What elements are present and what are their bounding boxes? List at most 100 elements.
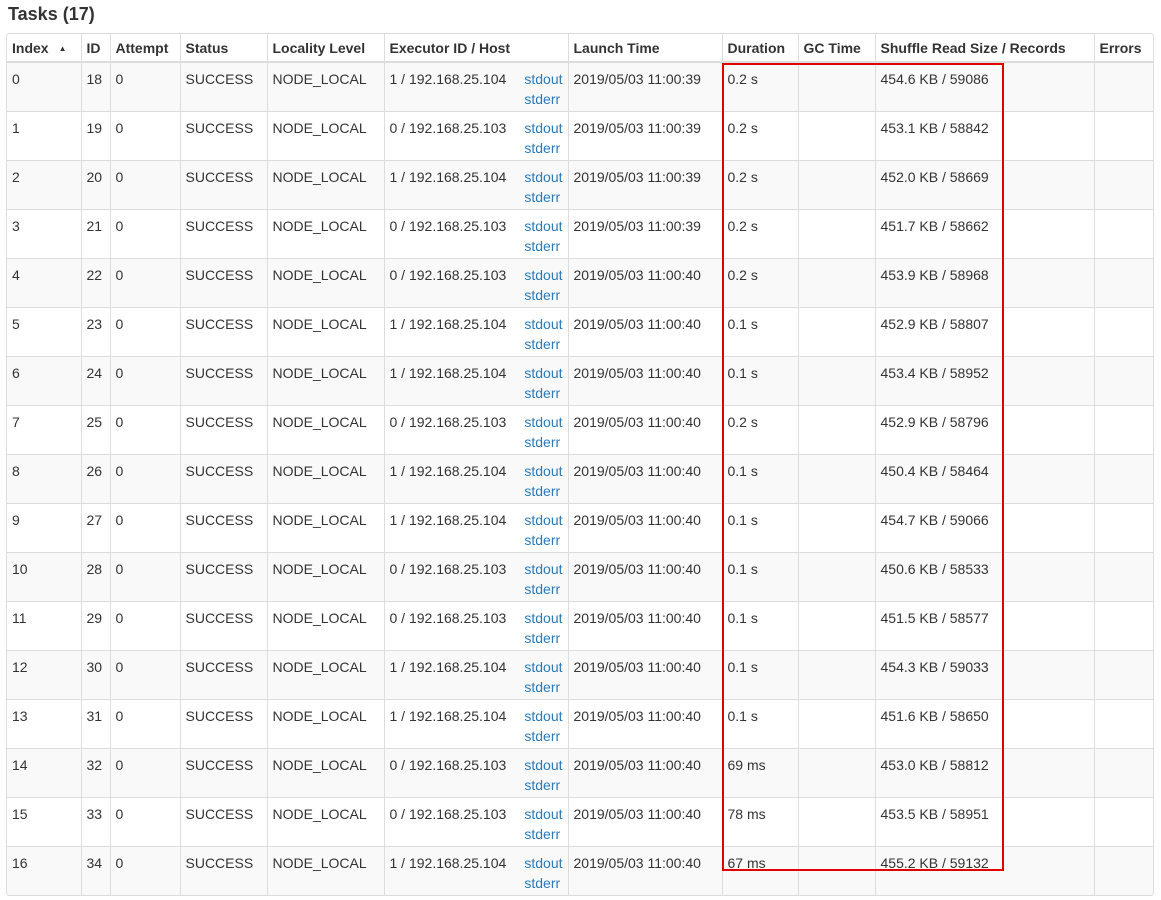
cell-executor: 1 / 192.168.25.104 stdout stderr xyxy=(383,698,568,748)
stdout-link[interactable]: stdout xyxy=(524,265,562,285)
stdout-link[interactable]: stdout xyxy=(524,118,562,138)
cell-launch-time: 2019/05/03 11:00:39 xyxy=(567,208,722,258)
cell-duration: 0.2 s xyxy=(721,257,798,307)
cell-status: SUCCESS xyxy=(179,306,267,356)
column-header-id[interactable]: ID xyxy=(80,34,110,63)
cell-executor: 1 / 192.168.25.104 stdout stderr xyxy=(383,62,568,111)
stderr-link[interactable]: stderr xyxy=(524,873,562,893)
cell-launch-time: 2019/05/03 11:00:40 xyxy=(567,600,722,650)
stderr-link[interactable]: stderr xyxy=(524,579,562,599)
stdout-link[interactable]: stdout xyxy=(524,755,562,775)
stdout-link[interactable]: stdout xyxy=(524,412,562,432)
cell-locality: NODE_LOCAL xyxy=(266,600,384,650)
stderr-link[interactable]: stderr xyxy=(524,285,562,305)
cell-status: SUCCESS xyxy=(179,747,267,797)
cell-launch-time: 2019/05/03 11:00:40 xyxy=(567,257,722,307)
log-links: stdout stderr xyxy=(524,412,562,452)
stdout-link[interactable]: stdout xyxy=(524,216,562,236)
stdout-link[interactable]: stdout xyxy=(524,657,562,677)
stdout-link[interactable]: stdout xyxy=(524,167,562,187)
column-header-errors[interactable]: Errors xyxy=(1093,34,1153,63)
stderr-link[interactable]: stderr xyxy=(524,432,562,452)
cell-errors xyxy=(1093,796,1153,846)
stderr-link[interactable]: stderr xyxy=(524,89,562,109)
stdout-link[interactable]: stdout xyxy=(524,706,562,726)
cell-duration: 0.1 s xyxy=(721,502,798,552)
cell-index: 11 xyxy=(7,600,81,650)
cell-locality: NODE_LOCAL xyxy=(266,796,384,846)
cell-locality: NODE_LOCAL xyxy=(266,159,384,209)
stderr-link[interactable]: stderr xyxy=(524,236,562,256)
cell-gc-time xyxy=(797,600,875,650)
column-header-launch-time[interactable]: Launch Time xyxy=(567,34,722,63)
stderr-link[interactable]: stderr xyxy=(524,383,562,403)
cell-errors xyxy=(1093,208,1153,258)
column-header-attempt[interactable]: Attempt xyxy=(109,34,180,63)
table-row: 5 23 0 SUCCESS NODE_LOCAL 1 / 192.168.25… xyxy=(7,306,1153,356)
cell-status: SUCCESS xyxy=(179,404,267,454)
stdout-link[interactable]: stdout xyxy=(524,608,562,628)
column-header-executor-host[interactable]: Executor ID / Host xyxy=(383,34,568,63)
cell-duration: 0.2 s xyxy=(721,62,798,111)
column-header-locality-level[interactable]: Locality Level xyxy=(266,34,384,63)
stderr-link[interactable]: stderr xyxy=(524,481,562,501)
column-header-gc-time[interactable]: GC Time xyxy=(797,34,875,63)
stderr-link[interactable]: stderr xyxy=(524,824,562,844)
cell-launch-time: 2019/05/03 11:00:39 xyxy=(567,110,722,160)
cell-index: 14 xyxy=(7,747,81,797)
column-header-index[interactable]: Index ▲ xyxy=(7,34,81,63)
cell-shuffle-read: 450.6 KB / 58533 xyxy=(874,551,1094,601)
executor-host: 0 / 192.168.25.103 xyxy=(389,756,507,773)
cell-launch-time: 2019/05/03 11:00:40 xyxy=(567,551,722,601)
cell-errors xyxy=(1093,306,1153,356)
cell-locality: NODE_LOCAL xyxy=(266,502,384,552)
executor-host: 1 / 192.168.25.104 xyxy=(389,315,507,332)
stderr-link[interactable]: stderr xyxy=(524,138,562,158)
stdout-link[interactable]: stdout xyxy=(524,510,562,530)
stderr-link[interactable]: stderr xyxy=(524,775,562,795)
stderr-link[interactable]: stderr xyxy=(524,726,562,746)
cell-executor: 0 / 192.168.25.103 stdout stderr xyxy=(383,257,568,307)
column-header-shuffle-read[interactable]: Shuffle Read Size / Records xyxy=(874,34,1094,63)
cell-id: 33 xyxy=(80,796,110,846)
cell-status: SUCCESS xyxy=(179,453,267,503)
cell-index: 9 xyxy=(7,502,81,552)
cell-locality: NODE_LOCAL xyxy=(266,551,384,601)
cell-shuffle-read: 451.6 KB / 58650 xyxy=(874,698,1094,748)
cell-index: 13 xyxy=(7,698,81,748)
cell-gc-time xyxy=(797,355,875,405)
cell-locality: NODE_LOCAL xyxy=(266,649,384,699)
cell-gc-time xyxy=(797,747,875,797)
cell-index: 7 xyxy=(7,404,81,454)
stdout-link[interactable]: stdout xyxy=(524,853,562,873)
stdout-link[interactable]: stdout xyxy=(524,363,562,383)
stdout-link[interactable]: stdout xyxy=(524,69,562,89)
cell-id: 20 xyxy=(80,159,110,209)
cell-index: 8 xyxy=(7,453,81,503)
log-links: stdout stderr xyxy=(524,804,562,844)
column-header-duration[interactable]: Duration xyxy=(721,34,798,63)
header-row: Index ▲ ID Attempt Status Locality Level … xyxy=(7,34,1153,63)
cell-attempt: 0 xyxy=(109,796,180,846)
cell-executor: 1 / 192.168.25.104 stdout stderr xyxy=(383,845,568,895)
cell-errors xyxy=(1093,502,1153,552)
cell-shuffle-read: 451.7 KB / 58662 xyxy=(874,208,1094,258)
executor-host: 0 / 192.168.25.103 xyxy=(389,609,507,626)
cell-locality: NODE_LOCAL xyxy=(266,257,384,307)
cell-id: 23 xyxy=(80,306,110,356)
cell-index: 6 xyxy=(7,355,81,405)
stderr-link[interactable]: stderr xyxy=(524,334,562,354)
column-header-status[interactable]: Status xyxy=(179,34,267,63)
stdout-link[interactable]: stdout xyxy=(524,804,562,824)
stdout-link[interactable]: stdout xyxy=(524,314,562,334)
cell-duration: 0.1 s xyxy=(721,453,798,503)
stdout-link[interactable]: stdout xyxy=(524,559,562,579)
log-links: stdout stderr xyxy=(524,461,562,501)
log-links: stdout stderr xyxy=(524,510,562,550)
stderr-link[interactable]: stderr xyxy=(524,187,562,207)
stdout-link[interactable]: stdout xyxy=(524,461,562,481)
stderr-link[interactable]: stderr xyxy=(524,677,562,697)
stderr-link[interactable]: stderr xyxy=(524,628,562,648)
stderr-link[interactable]: stderr xyxy=(524,530,562,550)
cell-launch-time: 2019/05/03 11:00:40 xyxy=(567,845,722,895)
